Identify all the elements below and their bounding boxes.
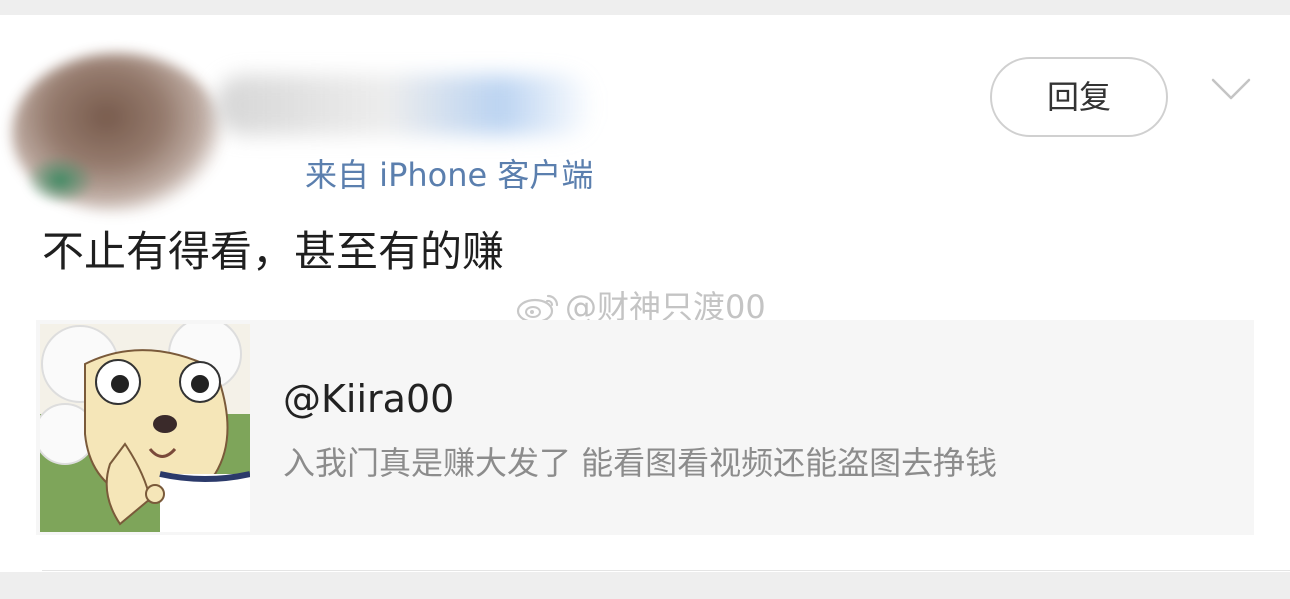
post-body: 不止有得看，甚至有的赚 bbox=[42, 227, 505, 276]
avatar-blur-accent bbox=[25, 155, 95, 205]
chevron-down-icon[interactable] bbox=[1211, 77, 1251, 101]
quoted-post[interactable]: @Kiira00 入我门真是赚大发了 能看图看视频还能盗图去挣钱 bbox=[36, 320, 1254, 535]
username-blurred[interactable] bbox=[215, 75, 595, 135]
post-source: 来自 iPhone 客户端 bbox=[305, 156, 594, 194]
divider bbox=[42, 570, 1290, 571]
sheep-cartoon-thumbnail bbox=[40, 324, 250, 532]
reply-button[interactable]: 回复 bbox=[990, 57, 1168, 137]
quoted-text: 入我门真是赚大发了 能看图看视频还能盗图去挣钱 bbox=[283, 444, 998, 482]
quoted-username[interactable]: @Kiira00 bbox=[283, 375, 454, 423]
comment-card: 来自 iPhone 客户端 回复 不止有得看，甚至有的赚 @财神只渡00 @Ki… bbox=[0, 15, 1290, 572]
weibo-logo-icon bbox=[516, 294, 559, 324]
